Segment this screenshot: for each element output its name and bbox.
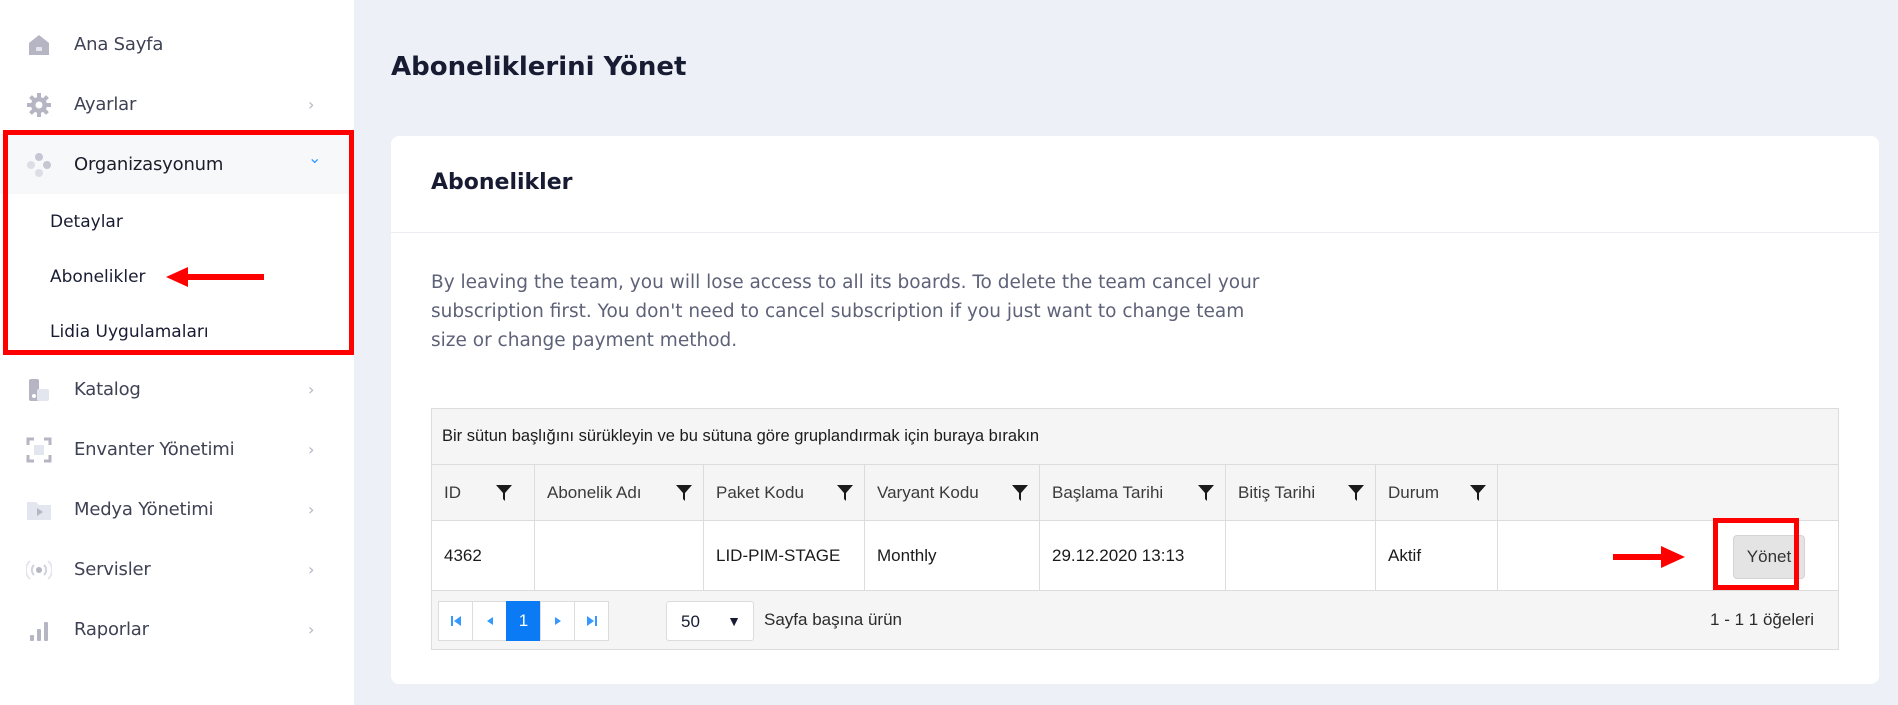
card-description: By leaving the team, you will lose acces… [431, 272, 1260, 351]
annotation-arrow-left-icon [166, 267, 264, 287]
column-header-abonelik-adi[interactable]: Abonelik Adı [535, 465, 704, 520]
sidebar-item-envanter-yonetimi[interactable]: Envanter Yönetimi › [0, 419, 354, 479]
column-header-label: Başlama Tarihi [1052, 482, 1164, 502]
filter-icon[interactable] [835, 483, 855, 503]
first-page-button[interactable] [438, 601, 473, 641]
cell-varyant-kodu: Monthly [865, 521, 1040, 590]
chevron-right-icon: › [308, 499, 315, 519]
catalog-icon [29, 379, 49, 401]
cell-durum: Aktif [1376, 521, 1498, 590]
media-folder-icon [27, 502, 51, 520]
column-header-label: Abonelik Adı [547, 482, 642, 502]
sidebar: Ana Sayfa Ayarlar › Organizasyonum ⌄ Det… [0, 0, 354, 705]
broadcast-icon [26, 560, 52, 580]
cell-id: 4362 [432, 521, 535, 590]
cell-bitis-tarihi [1226, 521, 1376, 590]
card-divider [391, 232, 1879, 233]
page-size-label: Sayfa başına ürün [764, 610, 902, 629]
column-header-label: ID [444, 482, 461, 502]
sidebar-item-label: Envanter Yönetimi [74, 438, 235, 460]
column-header-actions [1498, 465, 1838, 520]
chevron-right-icon: › [308, 619, 315, 639]
sidebar-item-label: Medya Yönetimi [74, 498, 214, 520]
grid-pager: 1 50 ▼ Sayfa başına ürün 1 - 1 1 öğeleri [432, 591, 1838, 649]
annotation-highlight-box [3, 130, 354, 355]
filter-icon[interactable] [1468, 483, 1488, 503]
column-header-varyant-kodu[interactable]: Varyant Kodu [865, 465, 1040, 520]
column-header-label: Bitiş Tarihi [1238, 482, 1316, 502]
page-number-button[interactable]: 1 [506, 601, 541, 641]
page-size-select[interactable]: 50 ▼ [666, 601, 754, 641]
sidebar-item-label: Katalog [74, 378, 141, 400]
chevron-right-icon: › [308, 94, 315, 114]
next-page-button[interactable] [540, 601, 575, 641]
subscriptions-card: Abonelikler By leaving the team, you wil… [391, 136, 1879, 684]
filter-icon[interactable] [494, 483, 514, 503]
filter-icon[interactable] [674, 483, 694, 503]
sidebar-item-label: Servisler [74, 558, 151, 580]
cell-paket-kodu: LID-PIM-STAGE [704, 521, 865, 590]
page-size-value: 50 [681, 612, 700, 631]
filter-icon[interactable] [1196, 483, 1216, 503]
last-page-icon [586, 616, 597, 626]
gear-icon [27, 93, 51, 117]
next-page-icon [554, 617, 561, 625]
sidebar-item-label: Ayarlar [74, 93, 137, 115]
sidebar-item-label: Raporlar [74, 618, 149, 640]
sidebar-item-raporlar[interactable]: Raporlar › [0, 599, 354, 659]
home-icon [29, 35, 49, 55]
annotation-highlight-box [1713, 518, 1799, 590]
inventory-icon [26, 437, 52, 463]
cell-abonelik-adi [535, 521, 704, 590]
sidebar-item-ana-sayfa[interactable]: Ana Sayfa [0, 14, 354, 74]
chevron-right-icon: › [308, 379, 315, 399]
column-header-paket-kodu[interactable]: Paket Kodu [704, 465, 865, 520]
sidebar-item-medya-yonetimi[interactable]: Medya Yönetimi › [0, 479, 354, 539]
column-header-baslama-tarihi[interactable]: Başlama Tarihi [1040, 465, 1226, 520]
grid-group-panel[interactable]: Bir sütun başlığını sürükleyin ve bu süt… [432, 409, 1838, 465]
column-header-label: Paket Kodu [716, 482, 804, 502]
column-header-bitis-tarihi[interactable]: Bitiş Tarihi [1226, 465, 1376, 520]
subscriptions-grid: Bir sütun başlığını sürükleyin ve bu süt… [431, 408, 1839, 650]
filter-icon[interactable] [1010, 483, 1030, 503]
column-header-durum[interactable]: Durum [1376, 465, 1498, 520]
sidebar-item-servisler[interactable]: Servisler › [0, 539, 354, 599]
last-page-button[interactable] [574, 601, 609, 641]
first-page-icon [450, 616, 461, 626]
dropdown-caret-icon: ▼ [727, 613, 741, 629]
sidebar-item-ayarlar[interactable]: Ayarlar › [0, 74, 354, 134]
page-title: Aboneliklerini Yönet [391, 52, 687, 82]
column-header-id[interactable]: ID [432, 465, 535, 520]
column-header-label: Varyant Kodu [877, 482, 979, 502]
sidebar-item-katalog[interactable]: Katalog › [0, 359, 354, 419]
column-header-label: Durum [1388, 482, 1440, 502]
filter-icon[interactable] [1346, 483, 1366, 503]
annotation-arrow-right-icon [1613, 546, 1685, 568]
bar-chart-icon [30, 622, 48, 641]
previous-page-icon [486, 617, 493, 625]
chevron-right-icon: › [308, 439, 315, 459]
card-title: Abonelikler [431, 170, 573, 195]
grid-header-row: ID Abonelik Adı Paket Kodu Varyant Kodu … [432, 465, 1838, 521]
pager-info: 1 - 1 1 öğeleri [1710, 610, 1814, 629]
previous-page-button[interactable] [472, 601, 507, 641]
cell-baslama-tarihi: 29.12.2020 13:13 [1040, 521, 1226, 590]
sidebar-item-label: Ana Sayfa [74, 33, 164, 55]
chevron-right-icon: › [308, 559, 315, 579]
